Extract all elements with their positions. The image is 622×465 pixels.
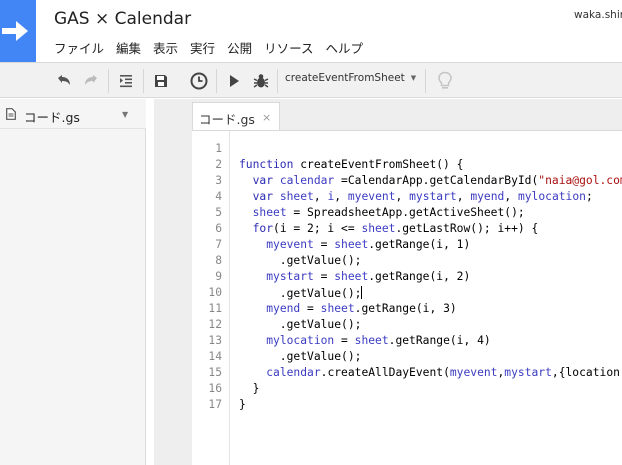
apps-script-logo[interactable] [0,0,36,62]
debug-bug-icon [253,74,269,88]
line-number: 5 [215,206,222,219]
file-item[interactable]: コード.gs ▼ [0,99,146,129]
line-number: 6 [215,222,222,235]
file-name: コード.gs [24,110,80,125]
code-line: var sheet, i, myevent, mystart, myend, m… [252,190,593,203]
line-number: 8 [215,254,222,267]
menu-publish[interactable]: 公開 [227,38,252,56]
chevron-down-icon: ▼ [410,74,417,82]
redo-button[interactable] [79,69,103,93]
code-line: myend = sheet.getRange(i, 3) [266,302,457,315]
line-number: 15 [208,366,222,379]
file-menu-chevron-icon[interactable]: ▼ [122,110,128,119]
save-icon [155,75,167,87]
function-select-label: createEventFromSheet [285,72,405,84]
user-account[interactable]: waka.shira [574,9,622,21]
code-line: .getValue(); [239,350,362,363]
arrow-right-icon [2,21,28,41]
code-line: myevent = sheet.getRange(i, 1) [266,238,471,251]
function-select[interactable]: createEventFromSheet ▼ [285,72,416,84]
menu-edit[interactable]: 編集 [116,38,141,56]
triggers-button[interactable] [187,69,211,93]
code-line: mystart = sheet.getRange(i, 2) [266,270,471,283]
line-number: 3 [215,174,222,187]
lightbulb-icon [438,71,452,89]
line-number: 16 [208,382,222,395]
run-button[interactable] [222,69,246,93]
code-line: .getValue(); [239,254,362,267]
indent-icon [120,75,132,88]
toolbar: createEventFromSheet ▼ [0,62,622,98]
close-icon[interactable]: × [262,111,271,124]
menu-resources[interactable]: リソース [264,38,313,56]
code-editor[interactable]: 1 2 3 4 5 6 7 8 9 10 11 12 13 14 15 16 1… [192,130,622,465]
indent-button[interactable] [114,69,138,93]
line-number: 13 [208,334,222,347]
menu-view[interactable]: 表示 [153,38,178,56]
line-number: 7 [215,238,222,251]
undo-button[interactable] [52,69,76,93]
tab-code-gs[interactable]: コード.gs × [192,102,280,131]
tab-label: コード.gs [199,112,255,127]
line-number: 11 [208,302,222,315]
line-number: 4 [215,190,222,203]
line-number: 12 [208,318,222,331]
run-icon [230,75,239,87]
line-number: 9 [215,270,222,283]
line-number: 14 [208,350,222,363]
code-line: for(i = 2; i <= sheet.getLastRow(); i++)… [252,222,539,235]
save-button[interactable] [149,69,173,93]
debug-button[interactable] [249,69,273,93]
code-line: mylocation = sheet.getRange(i, 4) [266,334,491,347]
project-title[interactable]: GAS × Calendar [54,9,191,29]
line-number: 2 [215,158,222,171]
menu-run[interactable]: 実行 [190,38,215,56]
line-number: 17 [208,398,222,411]
redo-icon [85,75,97,85]
file-panel: コード.gs ▼ [0,99,146,465]
code-line: function createEventFromSheet() { [239,158,464,171]
execution-hints-button[interactable] [433,69,457,93]
code-line: sheet = SpreadsheetApp.getActiveSheet(); [252,206,525,219]
text-cursor [361,286,363,299]
code-line: var calendar =CalendarApp.getCalendarByI… [252,174,622,187]
undo-icon [58,75,70,85]
line-number: 1 [215,142,222,155]
line-number: 10 [208,286,222,299]
code-line: } [239,398,246,411]
file-icon [6,108,16,120]
code-line: calendar.createAllDayEvent(myevent,mysta… [266,366,622,379]
menu-help[interactable]: ヘルプ [325,38,363,56]
menu-file[interactable]: ファイル [54,38,104,56]
menu-bar: ファイル 編集 表示 実行 公開 リソース ヘルプ [54,38,375,56]
code-line: .getValue(); [239,318,362,331]
code-line: .getValue(); [239,286,363,300]
editor-area: コード.gs × 1 2 3 4 5 6 7 8 9 10 11 12 13 1… [154,99,622,465]
triggers-clock-icon [190,72,208,90]
code-line: } [239,382,260,395]
